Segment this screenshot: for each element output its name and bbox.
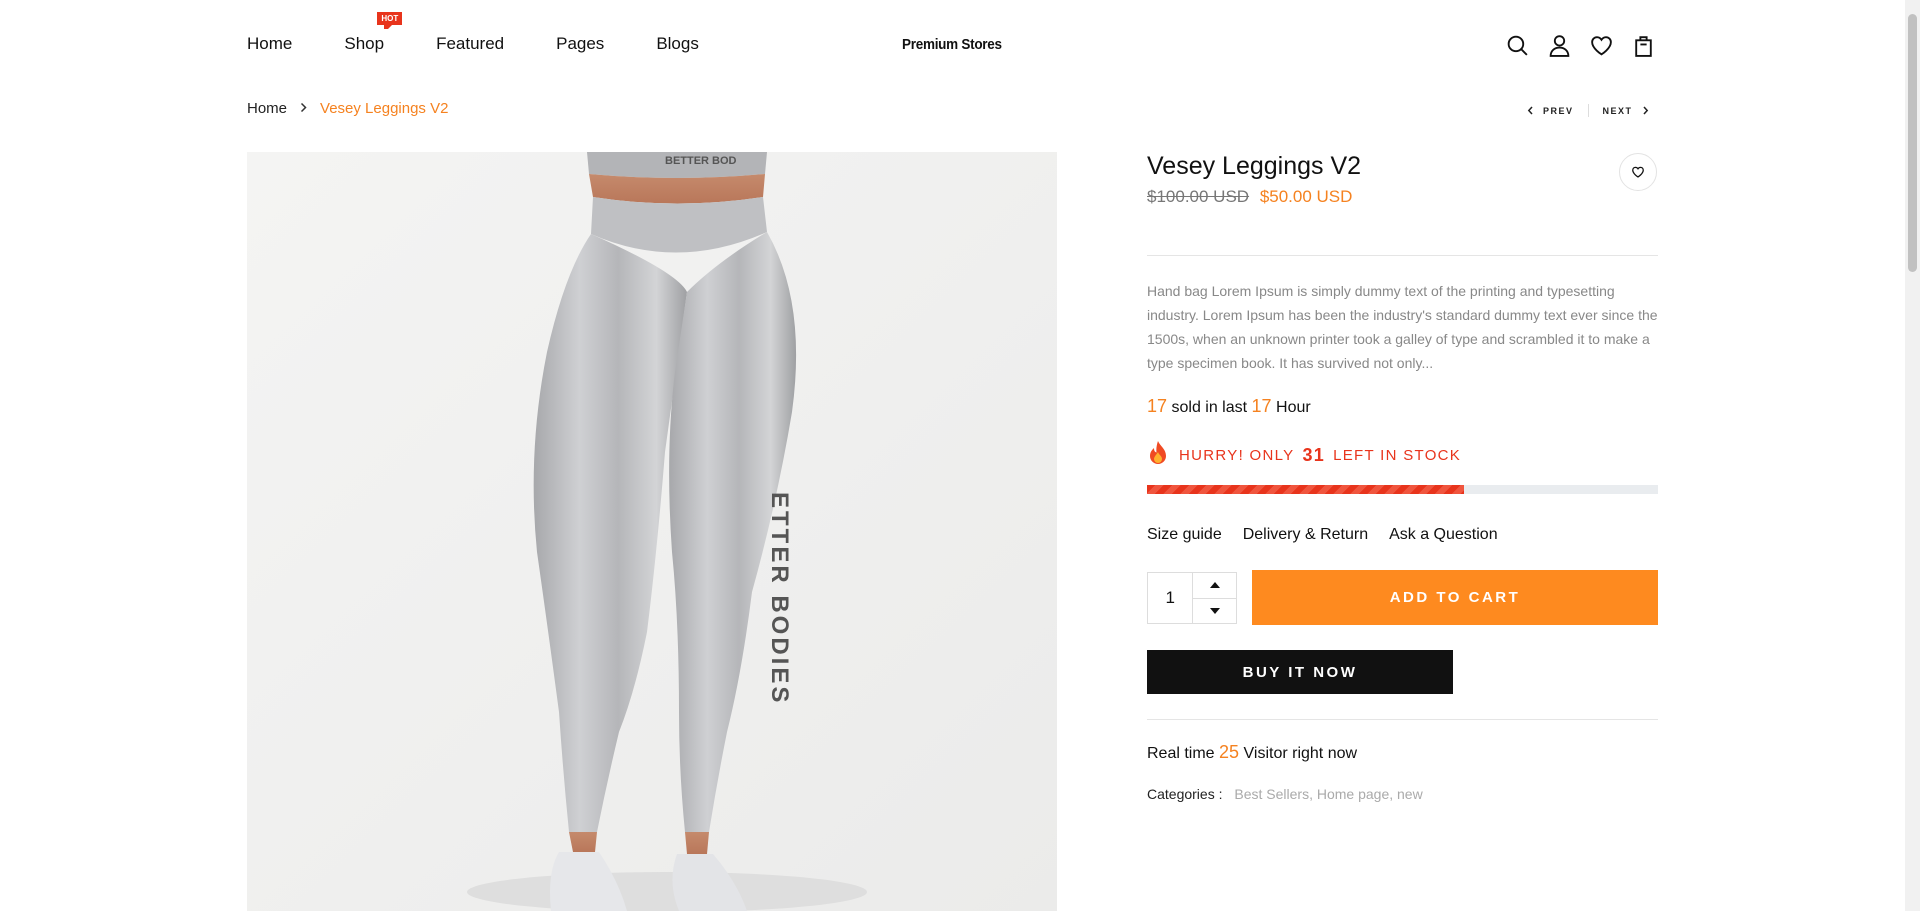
- next-label: NEXT: [1602, 105, 1633, 116]
- divider: [1147, 255, 1658, 256]
- scrollbar[interactable]: [1905, 0, 1920, 911]
- svg-text:ETTER BODIES: ETTER BODIES: [766, 492, 793, 705]
- next-link[interactable]: NEXT: [1603, 106, 1649, 116]
- size-guide-link[interactable]: Size guide: [1147, 526, 1222, 544]
- delivery-return-link[interactable]: Delivery & Return: [1243, 526, 1368, 544]
- fire-icon: [1147, 440, 1169, 470]
- scrollbar-thumb[interactable]: [1908, 14, 1917, 272]
- product-pager: PREV NEXT: [1527, 104, 1649, 117]
- site-header: Home Shop HOT Featured Pages Blogs Premi…: [0, 0, 1905, 90]
- realtime-suffix: Visitor right now: [1243, 745, 1358, 762]
- quantity-input[interactable]: 1: [1148, 573, 1192, 623]
- caret-up-icon: [1209, 582, 1220, 589]
- product-categories: Categories : Best Sellers, Home page, ne…: [1147, 786, 1423, 802]
- site-logo[interactable]: Premium Stores: [902, 36, 1002, 53]
- user-icon[interactable]: [1547, 33, 1572, 58]
- bag-icon[interactable]: [1631, 33, 1656, 58]
- product-title: Vesey Leggings V2: [1147, 152, 1362, 180]
- sold-count: 17: [1147, 396, 1168, 416]
- stock-alert: HURRY! ONLY 31 LEFT IN STOCK: [1147, 440, 1461, 470]
- search-icon[interactable]: [1505, 33, 1530, 58]
- heart-icon: [1632, 166, 1644, 178]
- stock-progress-fill: [1147, 485, 1464, 494]
- sold-text: sold in last: [1171, 399, 1248, 416]
- product-links: Size guide Delivery & Return Ask a Quest…: [1147, 526, 1498, 544]
- ask-question-link[interactable]: Ask a Question: [1389, 526, 1498, 544]
- quantity-arrows: [1192, 573, 1236, 623]
- sale-price: $50.00 USD: [1259, 187, 1353, 206]
- categories-values[interactable]: Best Sellers, Home page, new: [1234, 786, 1422, 802]
- stock-prefix: HURRY! ONLY: [1179, 446, 1295, 464]
- pager-divider: [1587, 104, 1589, 117]
- nav-shop-label: Shop: [344, 34, 385, 53]
- old-price: $100.00 USD: [1147, 187, 1250, 206]
- sold-hours: 17: [1251, 396, 1272, 416]
- sold-counter: 17 sold in last 17 Hour: [1147, 396, 1311, 417]
- product-description: Hand bag Lorem Ipsum is simply dummy tex…: [1147, 283, 1658, 371]
- header-icons: [1505, 33, 1656, 58]
- svg-text:BETTER BOD: BETTER BOD: [665, 155, 737, 167]
- product-prices: $100.00 USD $50.00 USD: [1147, 187, 1658, 207]
- sold-unit: Hour: [1276, 399, 1311, 416]
- nav-shop[interactable]: Shop HOT: [344, 12, 403, 54]
- chevron-right-icon: [299, 101, 308, 116]
- nav-home[interactable]: Home: [247, 34, 292, 54]
- add-to-cart-button[interactable]: ADD TO CART: [1252, 570, 1658, 625]
- wishlist-button[interactable]: [1619, 153, 1657, 191]
- breadcrumb-current: Vesey Leggings V2: [320, 100, 449, 117]
- heart-icon[interactable]: [1589, 33, 1614, 58]
- nav-blogs[interactable]: Blogs: [656, 34, 699, 54]
- nav-featured[interactable]: Featured: [436, 34, 504, 54]
- breadcrumb: Home Vesey Leggings V2: [247, 100, 448, 117]
- breadcrumb-home[interactable]: Home: [247, 100, 287, 117]
- realtime-visitors: Real time 25 Visitor right now: [1147, 742, 1357, 763]
- chevron-left-icon: [1527, 106, 1533, 115]
- caret-down-icon: [1209, 607, 1220, 614]
- prev-link[interactable]: PREV: [1527, 106, 1574, 116]
- realtime-prefix: Real time: [1147, 745, 1215, 762]
- main-nav: Home Shop HOT Featured Pages Blogs: [247, 12, 751, 54]
- stock-count: 31: [1302, 444, 1326, 465]
- stock-progress-bar: [1147, 485, 1658, 494]
- prev-label: PREV: [1543, 105, 1574, 116]
- visitor-count: 25: [1219, 742, 1240, 762]
- product-info: Vesey Leggings V2 $100.00 USD $50.00 USD: [1147, 152, 1658, 207]
- hot-badge: HOT: [377, 12, 403, 29]
- quantity-decrease-button[interactable]: [1193, 599, 1236, 624]
- nav-pages[interactable]: Pages: [556, 34, 604, 54]
- chevron-right-icon: [1642, 106, 1648, 115]
- categories-label: Categories :: [1147, 786, 1223, 802]
- quantity-increase-button[interactable]: [1193, 573, 1236, 599]
- quantity-stepper: 1: [1147, 572, 1237, 624]
- product-image[interactable]: ETTER BODIES BETTER BOD: [247, 152, 1057, 911]
- buy-now-button[interactable]: BUY IT NOW: [1147, 650, 1453, 694]
- divider: [1147, 719, 1658, 720]
- stock-suffix: LEFT IN STOCK: [1333, 446, 1462, 464]
